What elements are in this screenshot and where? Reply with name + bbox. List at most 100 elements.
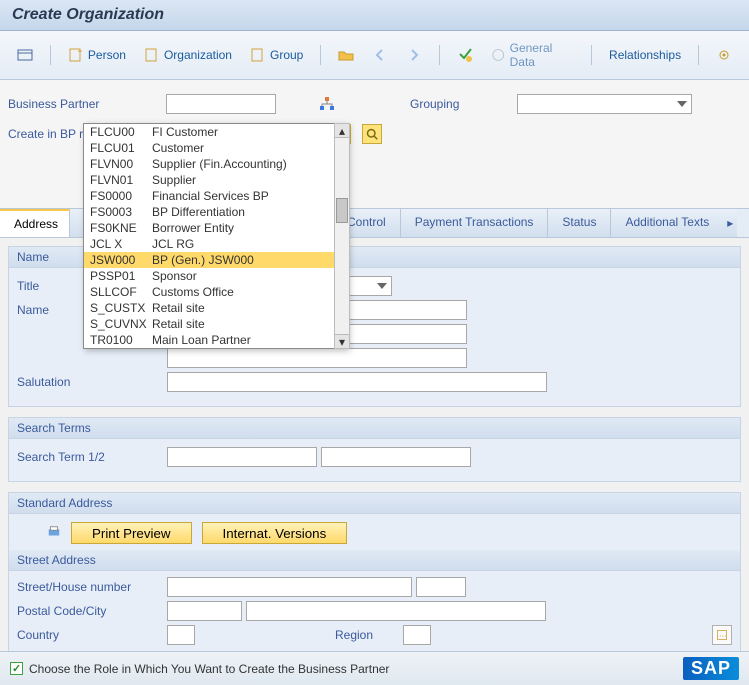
forward-button[interactable] bbox=[399, 43, 429, 67]
group-button[interactable]: Group bbox=[243, 43, 310, 67]
application-toolbar: Person Organization Group General Data R… bbox=[0, 31, 749, 80]
separator bbox=[698, 45, 699, 65]
status-bar: Choose the Role in Which You Want to Cre… bbox=[0, 651, 749, 685]
check-icon bbox=[457, 47, 473, 63]
general-data-button[interactable]: General Data bbox=[484, 37, 581, 73]
role-option-PSSP01[interactable]: PSSP01Sponsor bbox=[84, 268, 347, 284]
role-search-help-button[interactable] bbox=[362, 124, 382, 144]
separator bbox=[320, 45, 321, 65]
organization-label: Organization bbox=[164, 48, 232, 62]
grouping-select[interactable] bbox=[517, 94, 692, 114]
role-option-desc: Sponsor bbox=[152, 269, 341, 283]
role-option-S_CUVNX[interactable]: S_CUVNXRetail site bbox=[84, 316, 347, 332]
address-more-button[interactable]: ⋯ bbox=[712, 625, 732, 645]
status-ok-icon bbox=[10, 662, 23, 675]
region-input[interactable] bbox=[403, 625, 431, 645]
country-input[interactable] bbox=[167, 625, 195, 645]
role-option-desc: Customer bbox=[152, 141, 341, 155]
organization-button[interactable]: Organization bbox=[137, 43, 239, 67]
separator bbox=[50, 45, 51, 65]
role-option-TR0100[interactable]: TR0100Main Loan Partner bbox=[84, 332, 347, 348]
role-option-desc: Supplier bbox=[152, 173, 341, 187]
role-option-desc: JCL RG bbox=[152, 237, 341, 251]
relationships-button[interactable]: Relationships bbox=[602, 44, 688, 66]
salutation-input[interactable] bbox=[167, 372, 547, 392]
name-input-3[interactable] bbox=[167, 348, 467, 368]
business-partner-input[interactable] bbox=[166, 94, 276, 114]
svg-text:⋯: ⋯ bbox=[719, 631, 727, 640]
role-option-code: S_CUSTX bbox=[90, 301, 152, 315]
postal-code-input[interactable] bbox=[167, 601, 242, 621]
role-option-FLCU00[interactable]: FLCU00FI Customer bbox=[84, 124, 347, 140]
role-option-desc: Retail site bbox=[152, 301, 341, 315]
role-option-code: FLVN01 bbox=[90, 173, 152, 187]
back-button[interactable] bbox=[365, 43, 395, 67]
search-terms-title: Search Terms bbox=[9, 418, 740, 439]
role-option-desc: Retail site bbox=[152, 317, 341, 331]
print-preview-button[interactable]: Print Preview bbox=[71, 522, 192, 544]
street-input[interactable] bbox=[167, 577, 412, 597]
role-option-FS0KNE[interactable]: FS0KNEBorrower Entity bbox=[84, 220, 347, 236]
tab-status[interactable]: Status bbox=[548, 209, 611, 237]
print-preview-label: Print Preview bbox=[92, 526, 171, 541]
tab-address[interactable]: Address bbox=[0, 209, 70, 237]
scroll-up-button[interactable]: ▴ bbox=[334, 123, 350, 138]
settings-button[interactable] bbox=[709, 43, 739, 67]
dropdown-scrollbar[interactable]: ▴ ▾ bbox=[334, 123, 350, 349]
more-icon: ⋯ bbox=[716, 629, 728, 641]
role-option-JSW000[interactable]: JSW000BP (Gen.) JSW000 bbox=[84, 252, 347, 268]
salutation-label: Salutation bbox=[17, 375, 167, 389]
role-option-desc: Customs Office bbox=[152, 285, 341, 299]
bp-hierarchy-button[interactable] bbox=[312, 92, 342, 116]
grouping-label: Grouping bbox=[410, 97, 459, 111]
sap-logo: SAP bbox=[683, 657, 739, 680]
scroll-thumb[interactable] bbox=[336, 198, 348, 223]
role-option-desc: FI Customer bbox=[152, 125, 341, 139]
arrow-left-icon bbox=[372, 47, 388, 63]
role-option-code: FS0003 bbox=[90, 205, 152, 219]
role-option-FS0003[interactable]: FS0003BP Differentiation bbox=[84, 204, 347, 220]
check-button[interactable] bbox=[450, 43, 480, 67]
role-option-FLCU01[interactable]: FLCU01Customer bbox=[84, 140, 347, 156]
role-option-desc: BP (Gen.) JSW000 bbox=[152, 253, 341, 267]
city-input[interactable] bbox=[246, 601, 546, 621]
scroll-track[interactable] bbox=[334, 138, 350, 334]
separator bbox=[591, 45, 592, 65]
locator-button[interactable] bbox=[10, 43, 40, 67]
tab-scroll-right[interactable]: ▸ bbox=[723, 209, 737, 237]
general-data-icon bbox=[491, 47, 505, 63]
person-button[interactable]: Person bbox=[61, 43, 133, 67]
role-option-desc: Main Loan Partner bbox=[152, 333, 341, 347]
role-option-code: FLVN00 bbox=[90, 157, 152, 171]
role-option-code: JCL X bbox=[90, 237, 152, 251]
search-help-icon bbox=[366, 128, 378, 140]
hierarchy-icon bbox=[319, 96, 335, 112]
role-option-code: FS0KNE bbox=[90, 221, 152, 235]
relationships-label: Relationships bbox=[609, 48, 681, 62]
role-option-code: TR0100 bbox=[90, 333, 152, 347]
role-option-S_CUSTX[interactable]: S_CUSTXRetail site bbox=[84, 300, 347, 316]
scroll-down-button[interactable]: ▾ bbox=[334, 334, 350, 349]
role-option-SLLCOF[interactable]: SLLCOFCustoms Office bbox=[84, 284, 347, 300]
postal-city-label: Postal Code/City bbox=[17, 604, 167, 618]
search-term2-input[interactable] bbox=[321, 447, 471, 467]
role-option-FLVN00[interactable]: FLVN00Supplier (Fin.Accounting) bbox=[84, 156, 347, 172]
internat-versions-button[interactable]: Internat. Versions bbox=[202, 522, 348, 544]
role-option-JCL X[interactable]: JCL XJCL RG bbox=[84, 236, 347, 252]
search-terms-group: Search Terms Search Term 1/2 bbox=[8, 417, 741, 482]
open-button[interactable] bbox=[331, 43, 361, 67]
role-option-FLVN01[interactable]: FLVN01Supplier bbox=[84, 172, 347, 188]
search-term-label: Search Term 1/2 bbox=[17, 450, 167, 464]
internat-versions-label: Internat. Versions bbox=[223, 526, 327, 541]
standard-address-title: Standard Address bbox=[9, 493, 740, 514]
tab-payment-transactions[interactable]: Payment Transactions bbox=[401, 209, 549, 237]
role-option-code: FLCU00 bbox=[90, 125, 152, 139]
role-option-FS0000[interactable]: FS0000Financial Services BP bbox=[84, 188, 347, 204]
role-option-desc: Financial Services BP bbox=[152, 189, 341, 203]
house-number-input[interactable] bbox=[416, 577, 466, 597]
search-term1-input[interactable] bbox=[167, 447, 317, 467]
bp-row: Business Partner Grouping bbox=[0, 88, 749, 120]
role-option-code: PSSP01 bbox=[90, 269, 152, 283]
street-address-title: Street Address bbox=[9, 550, 740, 571]
tab-additional-texts[interactable]: Additional Texts bbox=[611, 209, 723, 237]
